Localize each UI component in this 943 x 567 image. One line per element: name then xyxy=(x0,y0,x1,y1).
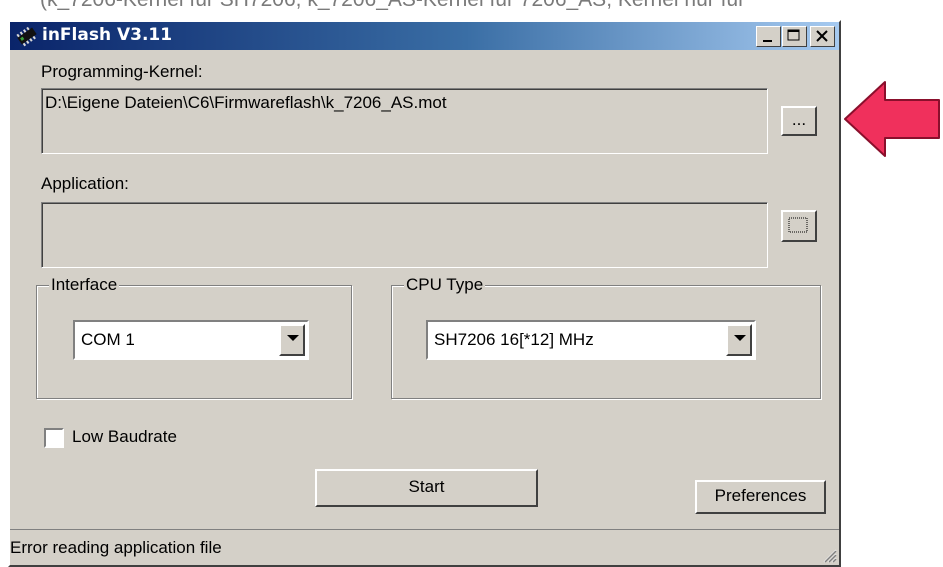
interface-groupbox: Interface COM 1 xyxy=(36,275,352,399)
focus-rect-icon xyxy=(788,217,808,233)
maximize-button[interactable] xyxy=(782,26,807,47)
status-text: Error reading application file xyxy=(10,538,222,557)
minimize-button[interactable] xyxy=(756,26,781,47)
kernel-path-field[interactable]: D:\Eigene Dateien\C6\Firmwareflash\k_720… xyxy=(41,88,768,154)
maximize-icon xyxy=(787,29,800,41)
cpu-type-groupbox: CPU Type SH7206 16[*12] MHz xyxy=(391,275,821,399)
cpu-type-combobox[interactable]: SH7206 16[*12] MHz xyxy=(426,320,756,360)
interface-combobox[interactable]: COM 1 xyxy=(73,320,309,360)
minimize-icon xyxy=(763,40,772,42)
close-icon xyxy=(816,30,828,42)
interface-selected-value: COM 1 xyxy=(81,330,135,349)
window-title: inFlash V3.11 xyxy=(42,25,173,45)
low-baudrate-label[interactable]: Low Baudrate xyxy=(72,427,177,447)
low-baudrate-checkbox[interactable] xyxy=(44,428,64,448)
close-button[interactable] xyxy=(810,26,835,47)
cpu-type-dropdown-button[interactable] xyxy=(726,324,752,356)
chip-icon xyxy=(16,26,37,47)
application-label: Application: xyxy=(41,174,129,193)
annotation-arrow-icon xyxy=(844,81,940,157)
inflash-window: inFlash V3.11 Programming-Kernel: D:\Eig… xyxy=(8,20,841,567)
kernel-label: Programming-Kernel: xyxy=(41,62,203,81)
chevron-down-icon xyxy=(287,335,299,341)
chevron-down-icon xyxy=(734,335,746,341)
title-bar[interactable]: inFlash V3.11 xyxy=(10,22,839,50)
resize-grip-icon[interactable] xyxy=(819,545,837,563)
interface-group-title: Interface xyxy=(49,275,120,295)
preferences-button[interactable]: Preferences xyxy=(695,480,826,514)
application-path-field[interactable] xyxy=(41,202,768,268)
cpu-type-selected-value: SH7206 16[*12] MHz xyxy=(434,330,594,349)
start-button[interactable]: Start xyxy=(315,469,538,507)
status-bar: Error reading application file xyxy=(10,529,839,565)
application-browse-button[interactable] xyxy=(781,210,817,242)
cpu-type-group-title: CPU Type xyxy=(404,275,486,295)
kernel-browse-button[interactable]: ... xyxy=(781,106,817,136)
clipped-background-text: (k_7206-Kernel für SH7206, k_7206_AS-Ker… xyxy=(40,0,745,12)
kernel-path-text: D:\Eigene Dateien\C6\Firmwareflash\k_720… xyxy=(45,93,447,112)
interface-dropdown-button[interactable] xyxy=(279,324,305,356)
